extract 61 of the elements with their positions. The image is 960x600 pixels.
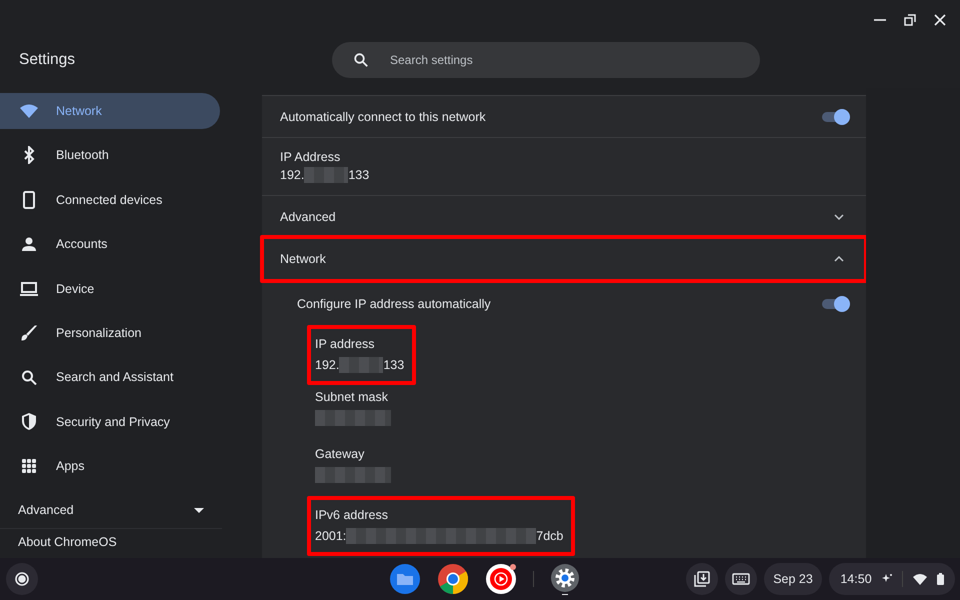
value-text: 7dcb xyxy=(536,529,564,543)
keyboard-icon xyxy=(732,573,750,585)
sidebar-item[interactable]: Bluetooth xyxy=(0,137,220,174)
close-icon xyxy=(934,14,946,26)
sidebar-link[interactable]: About ChromeOS xyxy=(0,535,262,550)
sidebar-item[interactable]: Network xyxy=(0,93,220,129)
browser-icon[interactable] xyxy=(437,563,469,595)
value-text: 133 xyxy=(348,168,370,182)
shield-icon xyxy=(20,413,38,430)
search-bar[interactable]: Search settings xyxy=(332,42,760,78)
sidebar-item[interactable]: Device xyxy=(0,270,220,307)
toggle-switch[interactable] xyxy=(822,112,848,122)
brush-icon xyxy=(20,324,38,341)
field-label: IPv6 address xyxy=(315,508,389,522)
restore-icon xyxy=(904,14,916,26)
sidebar-item[interactable]: Personalization xyxy=(0,314,220,351)
value-text: 133 xyxy=(383,358,404,372)
wifi-icon xyxy=(20,104,38,118)
setting-label: IP Address xyxy=(280,150,340,164)
phone-icon xyxy=(20,190,38,209)
search-icon xyxy=(20,370,38,385)
clock-text: 14:50 xyxy=(840,572,872,586)
chevron-up-icon xyxy=(834,256,844,262)
grid-icon xyxy=(20,459,38,474)
advanced-menu[interactable]: Advanced xyxy=(0,500,220,520)
status-area[interactable]: 14:50 xyxy=(829,563,955,595)
battery-icon xyxy=(936,573,944,585)
field-label: Subnet mask xyxy=(315,390,389,404)
chevron-down-icon xyxy=(834,214,844,220)
sidebar-item[interactable]: Apps xyxy=(0,448,220,484)
sidebar-item[interactable]: Connected devices xyxy=(0,182,220,218)
value-text: 192. xyxy=(280,168,304,182)
window-title: Settings xyxy=(18,51,76,69)
search-icon xyxy=(354,53,368,67)
person-icon xyxy=(20,237,38,252)
value-text: 2001: xyxy=(315,529,346,543)
toggle-switch[interactable] xyxy=(822,299,848,309)
caret-down-icon xyxy=(194,508,204,513)
launcher-button[interactable] xyxy=(6,563,38,595)
date-button[interactable]: Sep 23 xyxy=(764,563,822,595)
download-icon xyxy=(694,571,710,587)
gear-icon[interactable] xyxy=(550,563,580,595)
wifi-icon xyxy=(912,574,927,584)
sidebar-item[interactable]: Search and Assistant xyxy=(0,359,220,396)
folder-icon[interactable] xyxy=(389,563,421,595)
section-header[interactable]: Network xyxy=(264,239,864,279)
circle-icon xyxy=(15,572,29,586)
field-label: IP address xyxy=(315,337,376,351)
laptop-icon xyxy=(20,282,38,296)
play-icon[interactable] xyxy=(485,563,517,595)
field-label: Gateway xyxy=(315,447,366,461)
search-input[interactable]: Search settings xyxy=(388,52,692,68)
setting-label: Configure IP address automatically xyxy=(297,297,491,311)
screen-capture-button[interactable] xyxy=(686,563,718,595)
minimize-icon xyxy=(874,19,886,21)
keyboard-button[interactable] xyxy=(725,563,757,595)
setting-label: Automatically connect to this network xyxy=(280,110,486,124)
sidebar-item[interactable]: Accounts xyxy=(0,226,220,262)
sidebar-item[interactable]: Security and Privacy xyxy=(0,404,220,440)
sparkle-icon xyxy=(882,574,892,584)
value-text: 192. xyxy=(315,358,340,372)
